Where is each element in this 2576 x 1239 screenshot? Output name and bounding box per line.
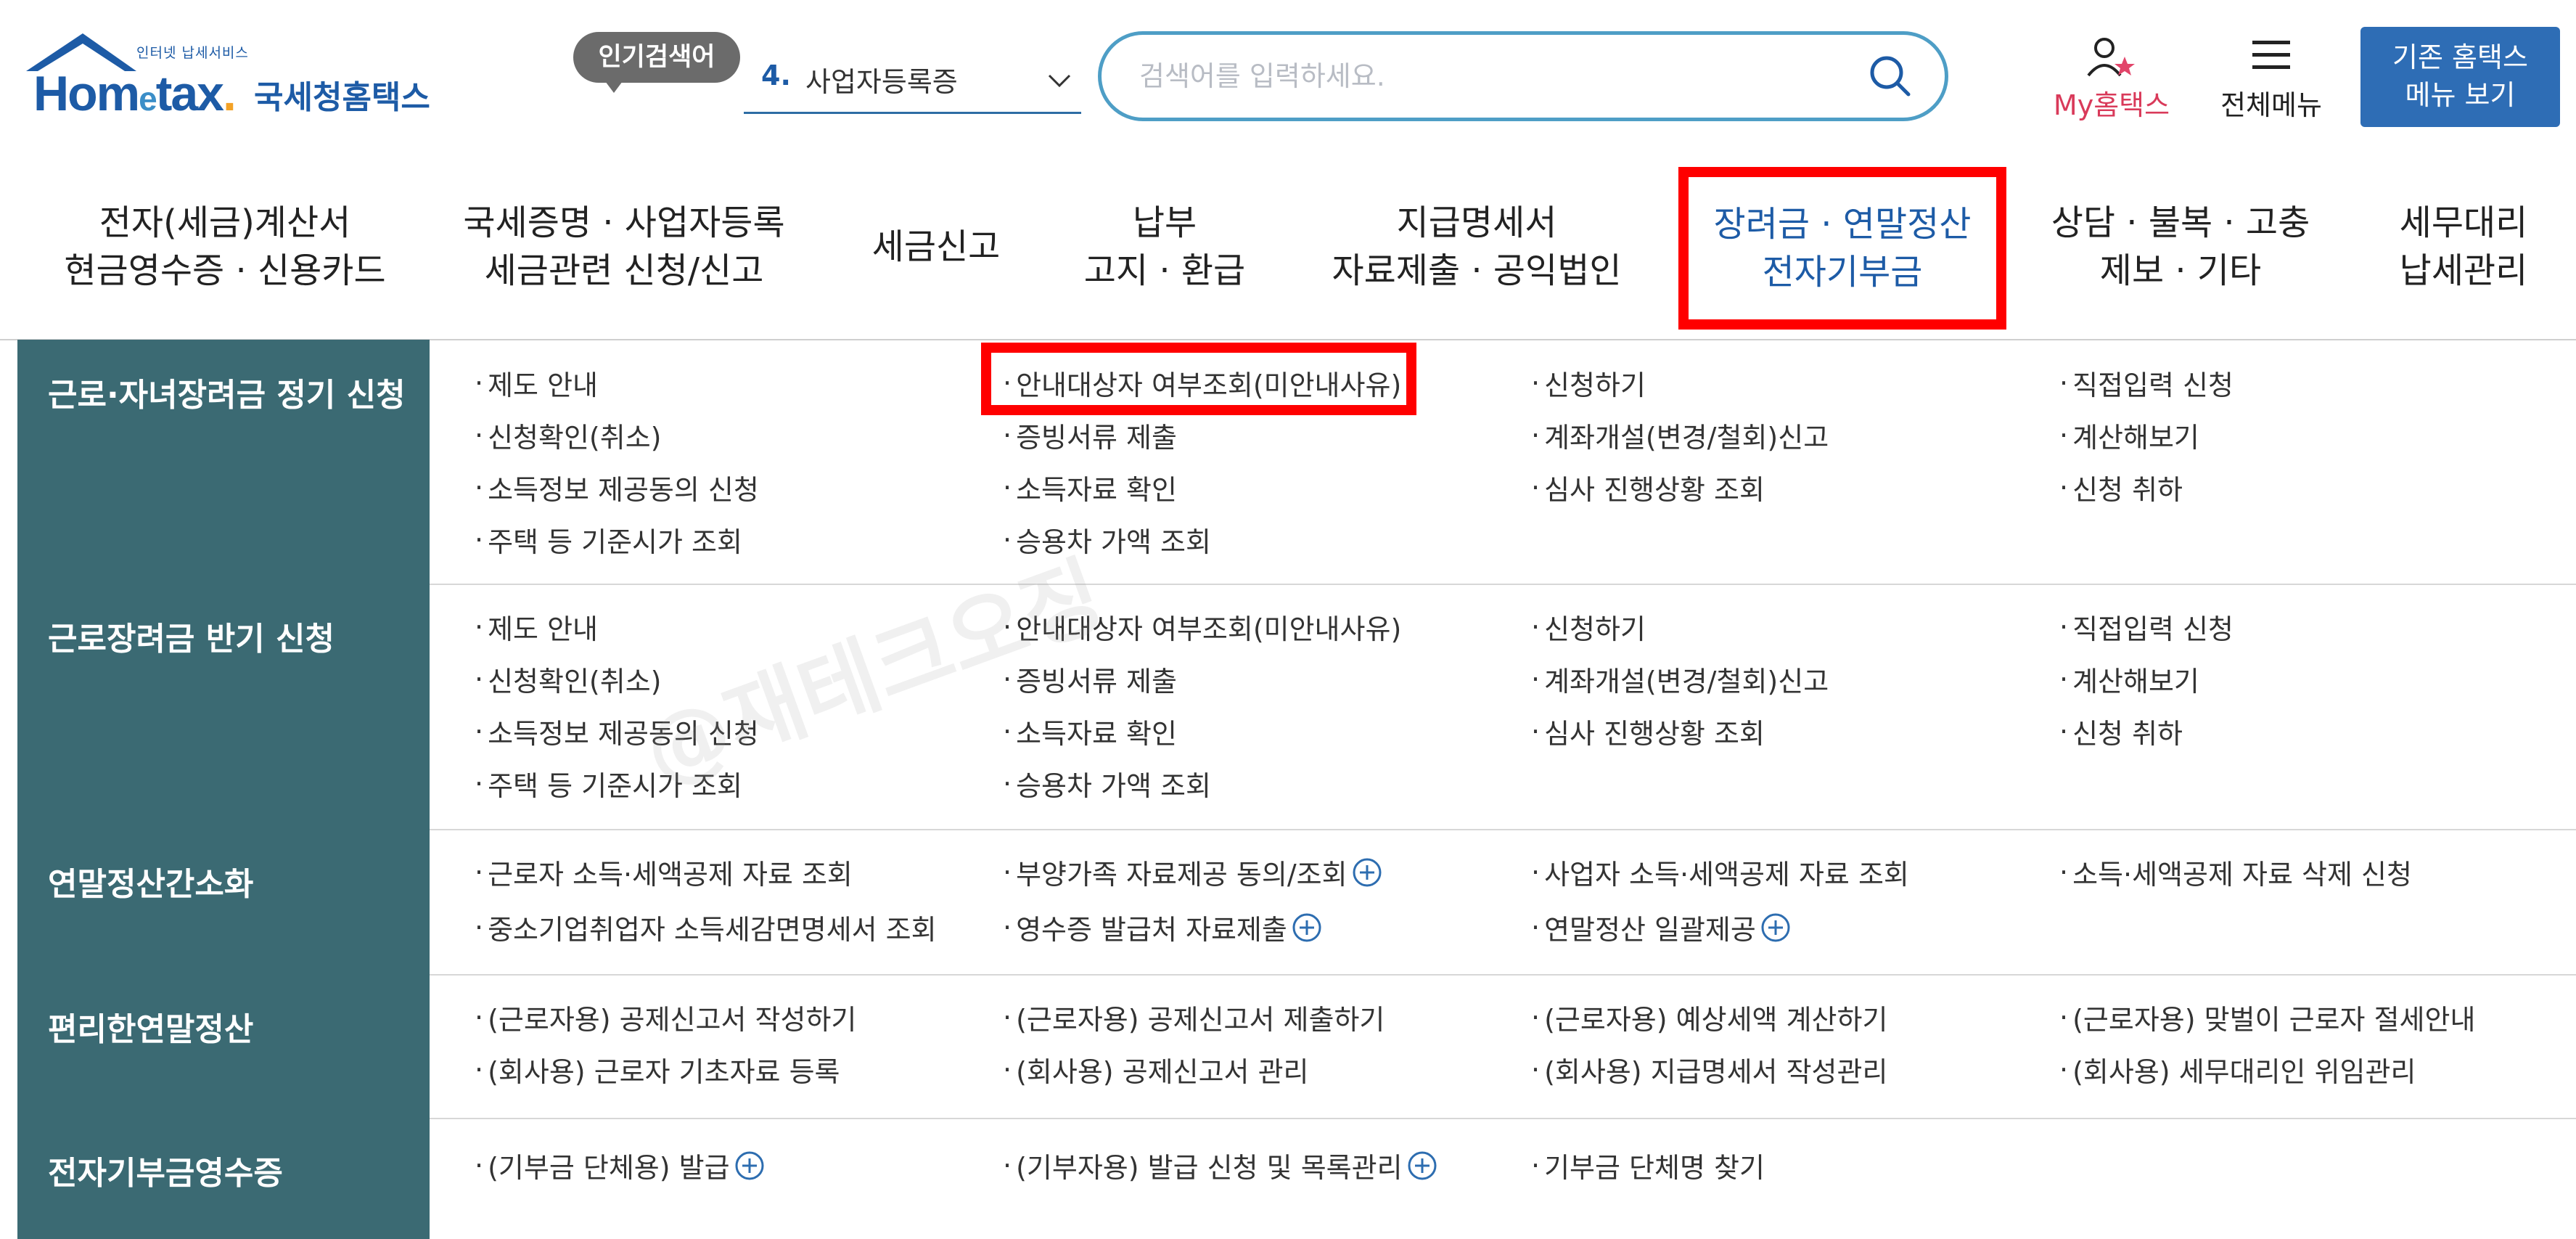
plus-circle-icon[interactable] xyxy=(1407,1150,1437,1181)
row-title: 편리한연말정산 xyxy=(17,974,430,1118)
nav-payment[interactable]: 납부 고지 · 환급 xyxy=(1067,154,1263,339)
plus-circle-icon[interactable] xyxy=(1292,912,1322,943)
menu-link-company-delegate[interactable]: · (회사용) 세무대리인 위임관리 xyxy=(2059,1050,2416,1089)
submenu-row-yearend-simplified: 연말정산간소화 · 근로자 소득·세액공제 자료 조회 · 부양가족 자료제공 동의… xyxy=(17,829,2576,976)
menu-link-calculate[interactable]: · 계산해보기 xyxy=(2059,415,2199,455)
menu-link-worker-estimate[interactable]: · (근로자용) 예상세액 계산하기 xyxy=(1531,997,1887,1037)
menu-link-guide[interactable]: · 제도 안내 xyxy=(475,363,598,403)
menu-link-submit-docs[interactable]: · 증빙서류 제출 xyxy=(1003,659,1177,699)
menu-link-find-org[interactable]: · 기부금 단체명 찾기 xyxy=(1531,1145,1765,1185)
menu-link-company-register[interactable]: · (회사용) 근로자 기초자료 등록 xyxy=(475,1050,840,1089)
plus-circle-icon[interactable] xyxy=(1352,857,1382,888)
menu-link-direct-input[interactable]: · 직접입력 신청 xyxy=(2059,607,2234,647)
submenu-row-convenient-yearend: 편리한연말정산 · (근로자용) 공제신고서 작성하기 · (근로자용) 공제신고서… xyxy=(17,974,2576,1119)
row-title: 전자기부금영수증 xyxy=(17,1118,430,1239)
menu-link-sme-exemption[interactable]: · 중소기업취업자 소득세감면명세서 조회 xyxy=(475,907,937,947)
my-hometax-label: My홈택스 xyxy=(2053,89,2170,121)
nav-tax-agent[interactable]: 세무대리 납세관리 xyxy=(2366,154,2561,339)
highlight-box xyxy=(981,343,1416,415)
submenu-row-regular-incentive: 근로·자녀장려금 정기 신청 · 제도 안내 · 안내대상자 여부조회(미안내사유)… xyxy=(17,340,2576,585)
menu-link-apply[interactable]: · 신청하기 xyxy=(1531,363,1646,403)
menu-link-target-inquiry[interactable]: · 안내대상자 여부조회(미안내사유) xyxy=(1003,607,1401,647)
menu-link-donor-request[interactable]: · (기부자용) 발급 신청 및 목록관리 xyxy=(1003,1145,1437,1185)
search-box xyxy=(1098,31,1948,121)
menu-link-account[interactable]: · 계좌개설(변경/철회)신고 xyxy=(1531,659,1829,699)
popular-search-term: 사업자등록증 xyxy=(805,66,958,98)
submenu-row-half-year-incentive: 근로장려금 반기 신청 · 제도 안내 · 안내대상자 여부조회(미안내사유) · 신… xyxy=(17,584,2576,830)
logo-tagline: 인터넷 납세서비스 xyxy=(136,45,249,61)
old-hometax-line1: 기존 홈택스 xyxy=(2392,41,2528,73)
menu-link-worker-write[interactable]: · (근로자용) 공제신고서 작성하기 xyxy=(475,997,856,1037)
menu-link-guide[interactable]: · 제도 안내 xyxy=(475,607,598,647)
menu-link-direct-input[interactable]: · 직접입력 신청 xyxy=(2059,363,2234,403)
hometax-logo[interactable]: 인터넷 납세서비스 Hometax. 국세청홈택스 xyxy=(20,29,456,123)
old-hometax-line2: 메뉴 보기 xyxy=(2405,79,2516,111)
search-input[interactable] xyxy=(1138,55,1794,97)
popular-search-badge: 인기검색어 xyxy=(573,32,740,93)
menu-link-submit-docs[interactable]: · 증빙서류 제출 xyxy=(1003,415,1177,455)
submenu-row-donation-receipt: 전자기부금영수증 · (기부금 단체용) 발급 · (기부자용) 발급 신청 및 목… xyxy=(17,1118,2576,1239)
user-star-icon xyxy=(2087,38,2135,77)
menu-link-review-status[interactable]: · 심사 진행상황 조회 xyxy=(1531,467,1765,507)
menu-link-apply[interactable]: · 신청하기 xyxy=(1531,607,1646,647)
popular-search-select[interactable]: 4. 사업자등록증 xyxy=(744,51,1081,114)
menu-link-delete-request[interactable]: · 소득·세액공제 자료 삭제 신청 xyxy=(2059,852,2412,892)
row-title: 근로·자녀장려금 정기 신청 xyxy=(17,340,430,584)
menu-link-consent[interactable]: · 소득정보 제공동의 신청 xyxy=(475,711,759,751)
main-nav: 전자(세금)계산서 현금영수증 · 신용카드 국세증명 · 사업자등록 세금관련 신… xyxy=(0,154,2576,340)
menu-link-company-manage[interactable]: · (회사용) 공제신고서 관리 xyxy=(1003,1050,1309,1089)
chevron-down-icon[interactable] xyxy=(1045,65,1074,94)
menu-link-deduction-inquiry[interactable]: · 근로자 소득·세액공제 자료 조회 xyxy=(475,852,853,892)
menu-link-company-statement[interactable]: · (회사용) 지급명세서 작성관리 xyxy=(1531,1050,1887,1089)
nav-tax-report[interactable]: 세금신고 xyxy=(853,154,1020,339)
menu-link-org-issue[interactable]: · (기부금 단체용) 발급 xyxy=(475,1145,765,1185)
nav-e-invoice[interactable]: 전자(세금)계산서 현금영수증 · 신용카드 xyxy=(44,154,406,339)
menu-link-confirm-cancel[interactable]: · 신청확인(취소) xyxy=(475,415,662,455)
menu-link-account[interactable]: · 계좌개설(변경/철회)신고 xyxy=(1531,415,1829,455)
menu-link-withdraw[interactable]: · 신청 취하 xyxy=(2059,467,2183,507)
menu-link-receipt-submit[interactable]: · 영수증 발급처 자료제출 xyxy=(1003,907,1322,947)
menu-link-consent[interactable]: · 소득정보 제공동의 신청 xyxy=(475,467,759,507)
search-icon[interactable] xyxy=(1865,51,1916,102)
plus-circle-icon[interactable] xyxy=(734,1150,765,1181)
menu-link-calculate[interactable]: · 계산해보기 xyxy=(2059,659,2199,699)
popular-search-rank: 4. xyxy=(761,60,791,91)
menu-link-confirm-cancel[interactable]: · 신청확인(취소) xyxy=(475,659,662,699)
hamburger-icon xyxy=(2252,41,2290,69)
menu-link-income-check[interactable]: · 소득자료 확인 xyxy=(1003,467,1177,507)
nav-consult[interactable]: 상담 · 불복 · 고충 제보 · 기타 xyxy=(2028,154,2333,339)
menu-link-worker-dual-income[interactable]: · (근로자용) 맞벌이 근로자 절세안내 xyxy=(2059,997,2475,1037)
logo-service-name: 국세청홈택스 xyxy=(254,79,430,116)
my-hometax-button[interactable]: My홈택스 xyxy=(2039,32,2184,126)
header: 인터넷 납세서비스 Hometax. 국세청홈택스 인기검색어 4. 사업자등록… xyxy=(0,0,2576,152)
submenu-panel: 근로·자녀장려금 정기 신청 · 제도 안내 · 안내대상자 여부조회(미안내사유)… xyxy=(17,340,2576,1239)
all-menu-label: 전체메뉴 xyxy=(2220,89,2322,121)
row-title: 연말정산간소화 xyxy=(17,829,430,974)
menu-link-dependent-consent[interactable]: · 부양가족 자료제공 동의/조회 xyxy=(1003,852,1382,892)
nav-tax-certificate[interactable]: 국세증명 · 사업자등록 세금관련 신청/신고 xyxy=(450,154,798,339)
menu-link-review-status[interactable]: · 심사 진행상황 조회 xyxy=(1531,711,1765,751)
old-hometax-menu-button[interactable]: 기존 홈택스 메뉴 보기 xyxy=(2360,27,2560,127)
logo-wordmark: Hometax. xyxy=(33,66,237,121)
menu-link-worker-submit[interactable]: · (근로자용) 공제신고서 제출하기 xyxy=(1003,997,1385,1037)
nav-payment-statement[interactable]: 지급명세서 자료제출 · 공익법인 xyxy=(1317,154,1636,339)
menu-link-car-value[interactable]: · 승용차 가액 조회 xyxy=(1003,520,1211,560)
menu-link-car-value[interactable]: · 승용차 가액 조회 xyxy=(1003,764,1211,803)
menu-link-house-price[interactable]: · 주택 등 기준시가 조회 xyxy=(475,764,742,803)
menu-link-income-check[interactable]: · 소득자료 확인 xyxy=(1003,711,1177,751)
row-title: 근로장려금 반기 신청 xyxy=(17,584,430,829)
nav-incentive-yearend[interactable]: 장려금 · 연말정산 전자기부금 xyxy=(1678,167,2006,330)
menu-link-bulk-provide[interactable]: · 연말정산 일괄제공 xyxy=(1531,907,1791,947)
menu-link-house-price[interactable]: · 주택 등 기준시가 조회 xyxy=(475,520,742,560)
menu-link-business-deduction[interactable]: · 사업자 소득·세액공제 자료 조회 xyxy=(1531,852,1909,892)
all-menu-button[interactable]: 전체메뉴 xyxy=(2206,32,2337,126)
plus-circle-icon[interactable] xyxy=(1760,912,1791,943)
menu-link-withdraw[interactable]: · 신청 취하 xyxy=(2059,711,2183,751)
